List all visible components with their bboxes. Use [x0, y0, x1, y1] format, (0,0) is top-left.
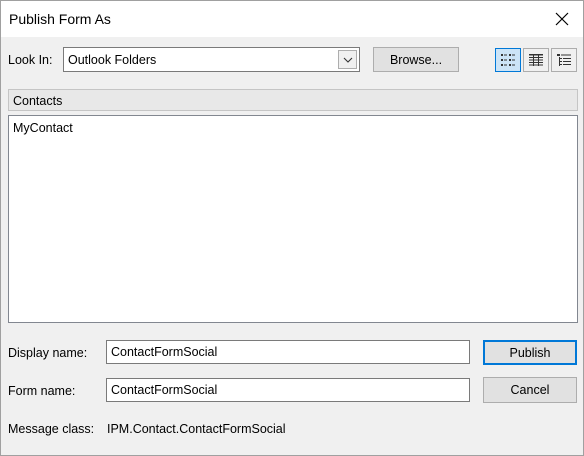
- display-name-field[interactable]: [107, 341, 469, 363]
- details-view-icon: [529, 54, 543, 66]
- publish-button-label: Publish: [509, 345, 551, 360]
- browse-button[interactable]: Browse...: [373, 47, 459, 72]
- title-bar: Publish Form As: [1, 1, 583, 37]
- current-folder-bar: Contacts: [8, 89, 578, 111]
- list-view-icon: [501, 54, 515, 66]
- publish-button[interactable]: Publish: [483, 340, 577, 365]
- close-icon: [555, 12, 569, 26]
- display-name-field-box: [106, 340, 470, 364]
- current-folder-name: Contacts: [13, 94, 63, 108]
- chevron-down-icon: [343, 57, 352, 63]
- cancel-button[interactable]: Cancel: [483, 377, 577, 403]
- folder-contents-list[interactable]: MyContact: [8, 115, 578, 323]
- message-class-value: IPM.Contact.ContactFormSocial: [107, 422, 286, 436]
- properties-view-icon: [557, 54, 571, 66]
- dialog-title: Publish Form As: [9, 11, 111, 27]
- browse-button-label: Browse...: [389, 52, 443, 67]
- details-view-button[interactable]: [523, 48, 549, 72]
- list-item[interactable]: MyContact: [13, 121, 73, 135]
- message-class-label: Message class:: [8, 422, 95, 436]
- cancel-button-label: Cancel: [510, 383, 550, 397]
- display-name-label: Display name:: [8, 346, 88, 360]
- dropdown-arrow-button[interactable]: [338, 50, 357, 69]
- form-name-field-box: [106, 378, 470, 402]
- look-in-value: Outlook Folders: [68, 53, 157, 67]
- list-view-button[interactable]: [495, 48, 521, 72]
- publish-form-dialog: Publish Form As Look In: Outlook Folders…: [0, 0, 584, 456]
- properties-view-button[interactable]: [551, 48, 577, 72]
- form-name-field[interactable]: [107, 379, 469, 401]
- close-button[interactable]: [547, 5, 577, 33]
- form-name-label: Form name:: [8, 384, 76, 398]
- look-in-dropdown[interactable]: Outlook Folders: [63, 47, 360, 72]
- look-in-label: Look In:: [8, 53, 53, 67]
